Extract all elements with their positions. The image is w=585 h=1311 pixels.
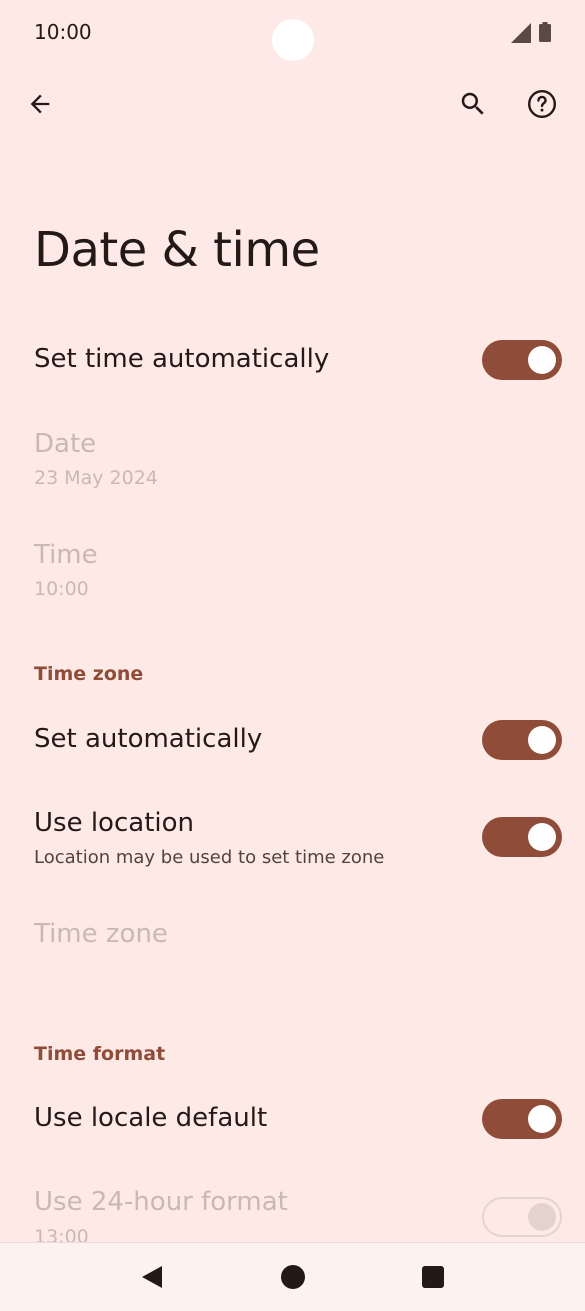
- time-zone-title: Time zone: [34, 919, 168, 949]
- use-24-hour-title: Use 24-hour format: [34, 1187, 288, 1217]
- use-24-hour-toggle[interactable]: [482, 1197, 562, 1237]
- date-value: 23 May 2024: [34, 467, 158, 489]
- page-title: Date & time: [34, 222, 320, 278]
- toggle-thumb: [528, 823, 556, 851]
- nav-recents-button[interactable]: [411, 1255, 455, 1299]
- toggle-thumb: [528, 1105, 556, 1133]
- status-time: 10:00: [34, 20, 92, 44]
- date-title: Date: [34, 429, 97, 459]
- time-zone-section-header: Time zone: [34, 663, 144, 685]
- set-automatically-toggle[interactable]: [482, 720, 562, 760]
- use-location-row[interactable]: Use location Location may be used to set…: [0, 800, 585, 880]
- set-time-automatically-row[interactable]: Set time automatically: [0, 322, 585, 402]
- set-time-automatically-toggle[interactable]: [482, 340, 562, 380]
- nav-home-button[interactable]: [271, 1255, 315, 1299]
- toggle-thumb: [528, 346, 556, 374]
- help-button[interactable]: [518, 80, 566, 128]
- time-format-section-header: Time format: [34, 1043, 166, 1065]
- use-locale-default-title: Use locale default: [34, 1103, 268, 1133]
- use-24-hour-value: 13:00: [34, 1226, 89, 1242]
- time-title: Time: [34, 540, 98, 570]
- toggle-thumb: [528, 1203, 556, 1231]
- time-value: 10:00: [34, 578, 89, 600]
- back-arrow-icon: [30, 94, 50, 114]
- set-time-automatically-title: Set time automatically: [34, 344, 330, 374]
- toggle-thumb: [528, 726, 556, 754]
- use-location-summary: Location may be used to set time zone: [34, 847, 385, 868]
- battery-icon: [539, 22, 551, 42]
- use-locale-default-row[interactable]: Use locale default: [0, 1081, 585, 1161]
- navigation-bar: [0, 1242, 585, 1311]
- help-icon: [527, 89, 557, 119]
- use-location-toggle[interactable]: [482, 817, 562, 857]
- status-bar: 10:00: [0, 0, 585, 64]
- use-locale-default-toggle[interactable]: [482, 1099, 562, 1139]
- time-zone-row[interactable]: Time zone: [0, 902, 585, 972]
- search-icon: [461, 92, 484, 115]
- use-location-title: Use location: [34, 808, 194, 838]
- signal-icon: [511, 23, 531, 43]
- nav-home-icon: [281, 1265, 305, 1289]
- nav-back-button[interactable]: [130, 1255, 174, 1299]
- set-automatically-title: Set automatically: [34, 724, 263, 754]
- settings-screen: 10:00 Date & time Set time automatically: [0, 0, 585, 1311]
- camera-cutout: [272, 19, 314, 61]
- date-row[interactable]: Date 23 May 2024: [0, 420, 585, 510]
- search-button[interactable]: [449, 80, 497, 128]
- use-24-hour-row[interactable]: Use 24-hour format 13:00: [0, 1178, 585, 1242]
- nav-back-icon: [142, 1266, 162, 1288]
- back-button[interactable]: [16, 80, 64, 128]
- nav-recents-icon: [422, 1266, 444, 1288]
- set-automatically-row[interactable]: Set automatically: [0, 702, 585, 782]
- time-row[interactable]: Time 10:00: [0, 531, 585, 621]
